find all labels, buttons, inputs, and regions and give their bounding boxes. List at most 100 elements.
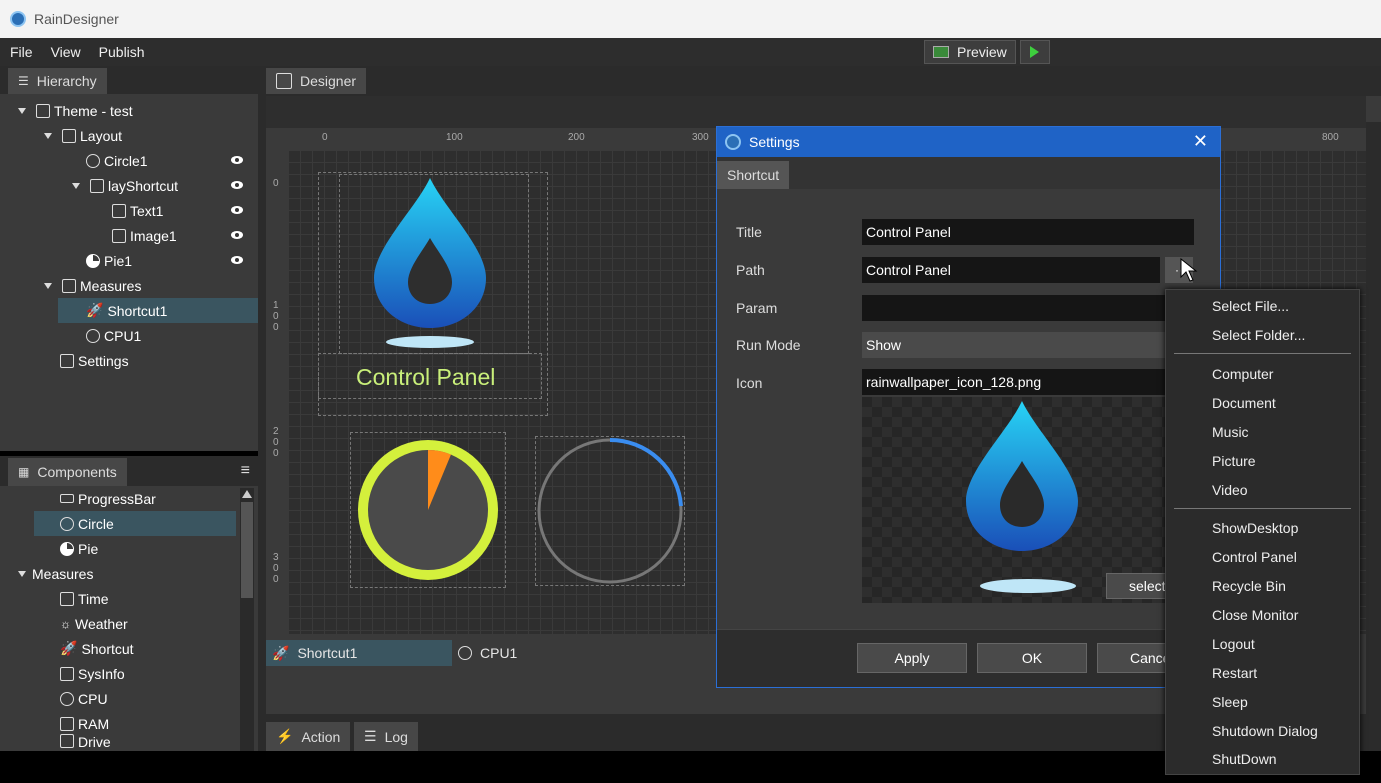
tab-hierarchy[interactable]: ☰ Hierarchy [8, 68, 107, 94]
hamburger-icon[interactable]: ≡ [241, 462, 250, 480]
expand-icon [44, 282, 52, 289]
tree-item-measures[interactable]: Measures [44, 273, 141, 298]
path-field[interactable]: Control Panel [862, 257, 1160, 283]
menu-item-shutdown-dialog[interactable]: Shutdown Dialog [1212, 723, 1318, 739]
menu-item-computer[interactable]: Computer [1212, 366, 1273, 382]
path-label: Path [736, 262, 765, 278]
menu-item-select-file[interactable]: Select File... [1212, 298, 1289, 314]
strip-label: CPU1 [480, 645, 518, 661]
title-field[interactable]: Control Panel [862, 219, 1194, 245]
tab-action[interactable]: ⚡ Action [266, 722, 351, 751]
strip-item-shortcut1[interactable]: 🚀 Shortcut1 [266, 640, 452, 666]
menu-separator [1174, 508, 1351, 509]
circle-icon [60, 516, 74, 531]
tree-label: Time [78, 590, 109, 607]
tree-label: RAM [78, 715, 110, 732]
tree-item-text1[interactable]: Text1 [112, 198, 163, 223]
preview-button[interactable]: Preview [924, 40, 1016, 64]
tab-designer[interactable]: Designer [266, 68, 367, 94]
component-pie[interactable]: Pie [60, 536, 98, 561]
tree-label: layShortcut [108, 177, 179, 194]
tree-label: Text1 [130, 202, 164, 219]
component-time[interactable]: Time [60, 586, 109, 611]
tree-item-layshortcut[interactable]: layShortcut [72, 173, 178, 198]
component-sysinfo[interactable]: SysInfo [60, 661, 125, 686]
run-mode-select[interactable]: Show [862, 332, 1194, 358]
tree-item-pie1[interactable]: Pie1 [86, 248, 132, 273]
image-shadow [386, 336, 474, 348]
tree-item-cpu1[interactable]: CPU1 [86, 323, 141, 348]
scroll-thumb[interactable] [241, 502, 253, 598]
app-icon [10, 11, 26, 27]
menu-item-shutdown[interactable]: ShutDown [1212, 751, 1277, 767]
mouse-cursor-icon [1180, 258, 1198, 282]
menu-item-select-folder[interactable]: Select Folder... [1212, 327, 1305, 343]
tab-components[interactable]: ▦ Components [8, 458, 127, 486]
menu-publish[interactable]: Publish [99, 44, 145, 60]
run-button[interactable] [1019, 40, 1050, 64]
strip-item-cpu1[interactable]: CPU1 [458, 640, 517, 666]
menu-item-picture[interactable]: Picture [1212, 453, 1256, 469]
visibility-eye-icon[interactable] [231, 156, 243, 164]
visibility-eye-icon[interactable] [231, 231, 243, 239]
cpu-icon [60, 691, 74, 706]
path-context-menu: Select File... Select Folder... Computer… [1165, 289, 1360, 775]
run-mode-label: Run Mode [736, 337, 801, 353]
ruler-label: 100 [446, 132, 463, 143]
component-weather[interactable]: ☼ Weather [60, 611, 128, 636]
ok-button[interactable]: OK [977, 643, 1087, 673]
component-drive[interactable]: Drive [60, 734, 111, 751]
menu-item-close-monitor[interactable]: Close Monitor [1212, 607, 1298, 623]
tree-item-shortcut1[interactable]: 🚀 Shortcut1 [58, 298, 258, 323]
menu-item-music[interactable]: Music [1212, 424, 1249, 440]
component-measures[interactable]: Measures [18, 561, 93, 586]
menu-item-recycle-bin[interactable]: Recycle Bin [1212, 578, 1286, 594]
menu-item-control-panel[interactable]: Control Panel [1212, 549, 1297, 565]
components-scrollbar[interactable] [240, 488, 254, 751]
menu-item-logout[interactable]: Logout [1212, 636, 1255, 652]
menu-item-video[interactable]: Video [1212, 482, 1248, 498]
tree-item-settings[interactable]: Settings [60, 348, 129, 373]
menu-item-sleep[interactable]: Sleep [1212, 694, 1248, 710]
expand-icon [18, 570, 26, 577]
component-progressbar[interactable]: ProgressBar [60, 486, 156, 511]
close-icon[interactable]: ✕ [1193, 131, 1208, 152]
tree-item-layout[interactable]: Layout [44, 123, 122, 148]
component-circle[interactable]: Circle [34, 511, 236, 536]
param-field[interactable] [862, 295, 1194, 321]
ruler-label: 0 [273, 178, 279, 189]
tab-shortcut[interactable]: Shortcut [717, 161, 790, 189]
icon-field[interactable]: rainwallpaper_icon_128.png [862, 369, 1194, 395]
menu-file[interactable]: File [10, 44, 33, 60]
component-ram[interactable]: RAM [60, 711, 109, 736]
component-shortcut[interactable]: 🚀 Shortcut [60, 636, 134, 661]
menu-item-document[interactable]: Document [1212, 395, 1276, 411]
settings-dialog: Settings ✕ Shortcut Title Control Panel … [716, 126, 1221, 688]
play-icon [1030, 46, 1040, 58]
tree-item-image1[interactable]: Image1 [112, 223, 177, 248]
visibility-eye-icon[interactable] [231, 206, 243, 214]
droplet-logo-icon [374, 178, 486, 328]
tab-components-label: Components [37, 464, 117, 480]
menu-bar: File View Publish [0, 38, 1381, 66]
tab-log[interactable]: ☰ Log [354, 722, 418, 751]
scroll-up-icon[interactable] [242, 490, 252, 498]
tree-item-theme[interactable]: Theme - test [18, 98, 133, 123]
hierarchy-tab-header: ☰ Hierarchy [0, 66, 258, 94]
tree-label: CPU [78, 690, 108, 707]
menu-item-restart[interactable]: Restart [1212, 665, 1257, 681]
apply-button[interactable]: Apply [857, 643, 967, 673]
visibility-eye-icon[interactable] [231, 256, 243, 264]
component-cpu[interactable]: CPU [60, 686, 108, 711]
tree-item-circle1[interactable]: Circle1 [86, 148, 148, 173]
circle-widget [537, 437, 683, 584]
menu-view[interactable]: View [51, 44, 81, 60]
apply-label: Apply [894, 650, 930, 666]
droplet-preview-icon [966, 401, 1078, 551]
square-icon [90, 178, 104, 193]
calendar-icon [60, 591, 74, 606]
title-label: Title [736, 224, 762, 240]
menu-item-showdesktop[interactable]: ShowDesktop [1212, 520, 1298, 536]
visibility-eye-icon[interactable] [231, 181, 243, 189]
tree-label: Image1 [130, 227, 177, 244]
